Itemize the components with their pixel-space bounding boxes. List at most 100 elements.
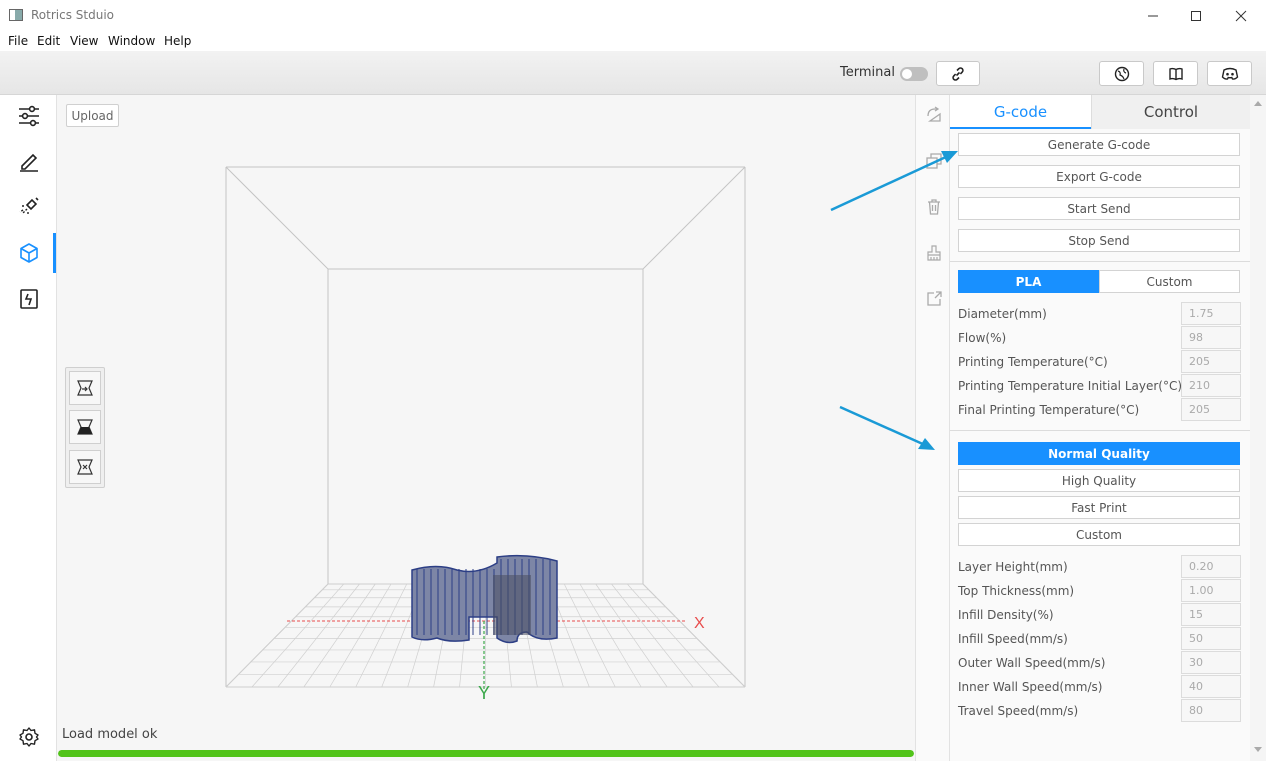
scroll-down-arrow[interactable] <box>1254 747 1262 752</box>
progress-bar <box>58 750 914 757</box>
build-volume: X Y <box>225 166 746 703</box>
laser-icon <box>19 197 39 215</box>
grid-line <box>277 583 360 688</box>
gear-icon <box>18 727 39 747</box>
terminal-toggle[interactable] <box>900 67 928 81</box>
menu-view[interactable]: View <box>70 34 98 48</box>
view-front-icon <box>77 380 93 396</box>
sidebar-item-settings[interactable] <box>0 717 57 757</box>
grid-line <box>355 583 408 688</box>
code-block-icon <box>19 289 38 309</box>
stop-send-button[interactable]: Stop Send <box>958 229 1240 252</box>
view-front-button[interactable] <box>69 371 101 405</box>
param-label: Diameter(mm) <box>958 307 1047 321</box>
terminal-label: Terminal <box>840 65 895 80</box>
final-temp-input[interactable]: 205 <box>1181 398 1241 421</box>
book-icon <box>1168 67 1183 80</box>
minimize-icon <box>1148 15 1158 16</box>
sidebar-item-write-draw[interactable] <box>0 141 57 181</box>
view-top-icon <box>77 419 93 435</box>
top-thickness-input[interactable]: 1.00 <box>1181 579 1241 602</box>
print-temp-input[interactable]: 205 <box>1181 350 1241 373</box>
param-label: Top Thickness(mm) <box>958 584 1075 598</box>
sidebar-item-3d-print[interactable] <box>0 233 57 273</box>
menu-window[interactable]: Window <box>108 34 155 48</box>
menu-help[interactable]: Help <box>164 34 191 48</box>
maximize-button[interactable] <box>1173 0 1219 31</box>
sidebar-active-indicator <box>53 233 56 273</box>
sidebar-item-laser[interactable] <box>0 187 57 227</box>
infill-density-input[interactable]: 15 <box>1181 603 1241 626</box>
menu-edit[interactable]: Edit <box>37 34 60 48</box>
tab-control[interactable]: Control <box>1091 95 1250 129</box>
3d-model[interactable] <box>411 554 558 644</box>
app-icon <box>9 9 23 21</box>
param-label: Final Printing Temperature(°C) <box>958 403 1140 417</box>
trash-icon[interactable] <box>925 198 943 216</box>
tab-gcode[interactable]: G-code <box>950 95 1091 129</box>
param-label: Printing Temperature(°C) <box>958 355 1108 369</box>
quality-fast-option[interactable]: Fast Print <box>958 496 1240 519</box>
param-label: Outer Wall Speed(mm/s) <box>958 656 1106 670</box>
quality-normal-option[interactable]: Normal Quality <box>958 442 1240 465</box>
infill-speed-input[interactable]: 50 <box>1181 627 1241 650</box>
export-icon[interactable] <box>925 290 943 308</box>
param-label: Inner Wall Speed(mm/s) <box>958 680 1103 694</box>
grid-line <box>329 583 392 688</box>
quality-custom-option[interactable]: Custom <box>958 523 1240 546</box>
website-button[interactable] <box>1099 61 1144 86</box>
view-side-button[interactable] <box>69 450 101 484</box>
tab-active-underline <box>950 127 1091 129</box>
status-message: Load model ok <box>62 727 158 742</box>
sliders-icon <box>18 105 39 127</box>
view-top-button[interactable] <box>69 410 101 444</box>
layer-height-input[interactable]: 0.20 <box>1181 555 1241 578</box>
param-label: Layer Height(mm) <box>958 560 1068 574</box>
sidebar-item-settings-adjust[interactable] <box>0 96 57 136</box>
cube-icon <box>19 243 38 263</box>
view-side-icon <box>77 459 93 475</box>
start-send-button[interactable]: Start Send <box>958 197 1240 220</box>
material-pla-option[interactable]: PLA <box>958 270 1099 293</box>
flow-input[interactable]: 98 <box>1181 326 1241 349</box>
grid-line <box>579 583 642 688</box>
3d-viewport[interactable]: Upload X Y Load model ok <box>57 95 915 761</box>
export-gcode-button[interactable]: Export G-code <box>958 165 1240 188</box>
minimize-button[interactable] <box>1130 0 1176 31</box>
link-icon <box>952 66 964 81</box>
rotate-icon[interactable] <box>925 106 943 124</box>
app-title: Rotrics Stduio <box>31 8 114 22</box>
initial-layer-temp-input[interactable]: 210 <box>1181 374 1241 397</box>
discord-icon <box>1221 67 1238 80</box>
menu-file[interactable]: File <box>8 34 28 48</box>
inner-wall-speed-input[interactable]: 40 <box>1181 675 1241 698</box>
title-bar: Rotrics Stduio <box>0 0 1266 31</box>
connect-button[interactable] <box>936 61 980 86</box>
grid-line <box>595 583 668 688</box>
duplicate-icon[interactable] <box>925 152 943 170</box>
param-label: Printing Temperature Initial Layer(°C) <box>958 379 1183 393</box>
brush-icon[interactable] <box>925 244 943 262</box>
travel-speed-input[interactable]: 80 <box>1181 699 1241 722</box>
grid-line <box>611 583 694 688</box>
generate-gcode-button[interactable]: Generate G-code <box>958 133 1240 156</box>
toolbar: Terminal <box>0 51 1266 95</box>
discord-button[interactable] <box>1207 61 1252 86</box>
material-custom-option[interactable]: Custom <box>1099 270 1240 293</box>
grid-line <box>563 583 616 688</box>
grid-line <box>251 583 345 688</box>
close-button[interactable] <box>1218 0 1264 31</box>
param-label: Travel Speed(mm/s) <box>958 704 1079 718</box>
model-toolstrip <box>915 95 950 761</box>
sidebar <box>0 95 57 761</box>
panel-scrollbar[interactable] <box>1250 95 1266 761</box>
docs-button[interactable] <box>1153 61 1198 86</box>
diameter-input[interactable]: 1.75 <box>1181 302 1241 325</box>
quality-high-option[interactable]: High Quality <box>958 469 1240 492</box>
grid-line <box>225 583 329 688</box>
section-divider <box>950 261 1250 262</box>
pen-icon <box>19 153 38 172</box>
sidebar-item-code[interactable] <box>0 279 57 319</box>
scroll-up-arrow[interactable] <box>1254 101 1262 106</box>
outer-wall-speed-input[interactable]: 30 <box>1181 651 1241 674</box>
